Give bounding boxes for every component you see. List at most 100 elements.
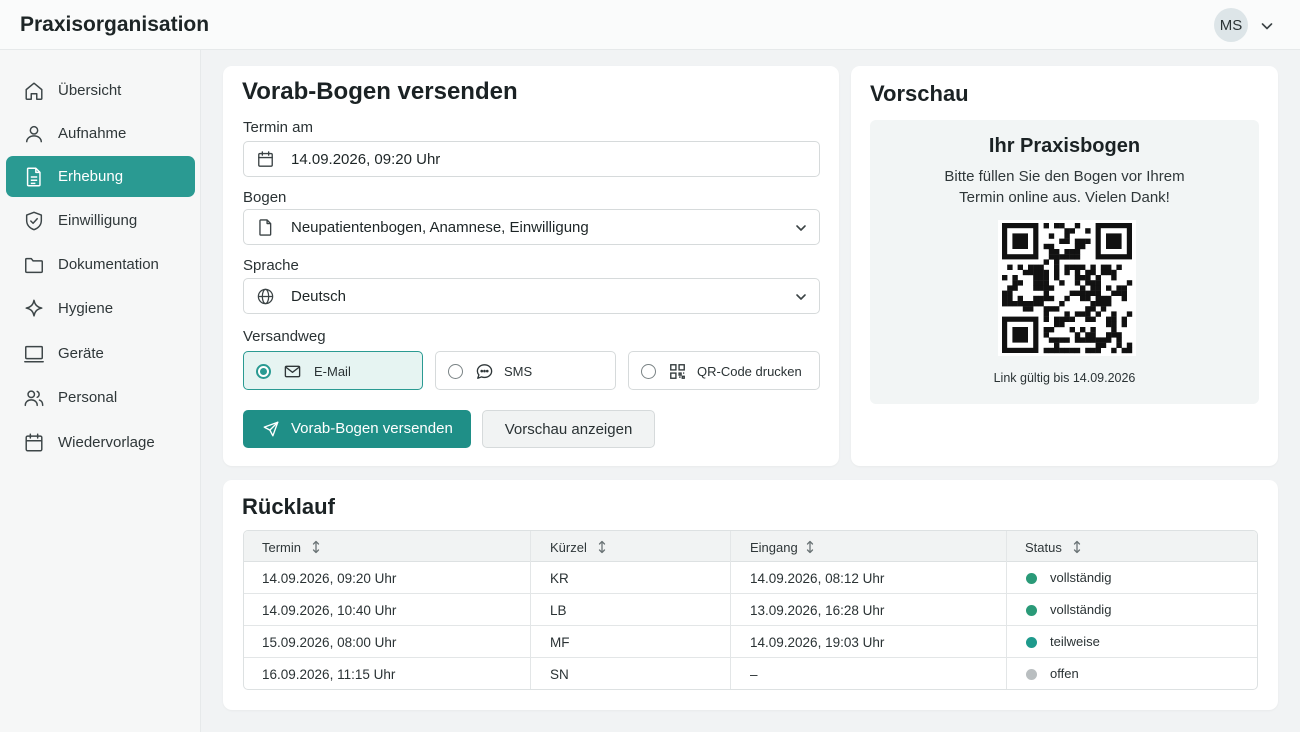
monitor-icon	[23, 343, 45, 365]
mail-icon	[283, 362, 302, 381]
sidebar-item-label: Geräte	[58, 345, 104, 362]
preview-box: Ihr Praxisbogen Bitte füllen Sie den Bog…	[870, 120, 1259, 404]
option-qr-code[interactable]: QR-Code drucken	[628, 351, 820, 390]
cell-status: teilweise	[1050, 634, 1100, 649]
show-preview-label: Vorschau anzeigen	[504, 421, 633, 438]
status-dot	[1026, 669, 1037, 680]
cell-status: offen	[1050, 666, 1079, 681]
preview-heading: Ihr Praxisbogen	[988, 135, 1141, 157]
ruecklauf-card: Rücklauf Termin Kürzel Eingang Status 14…	[223, 480, 1278, 710]
cell-status: vollständig	[1050, 602, 1112, 617]
status-dot	[1026, 605, 1037, 616]
sidebar-item-dokumentation[interactable]: Dokumentation	[6, 244, 195, 285]
cell-termin: 16.09.2026, 11:15 Uhr	[262, 667, 396, 682]
table-row[interactable]: 16.09.2026, 11:15 Uhr SN – offen	[244, 658, 1257, 689]
user-avatar[interactable]: MS	[1214, 8, 1248, 42]
column-header-kuerzel[interactable]: Kürzel	[550, 540, 587, 555]
users-icon	[23, 387, 45, 409]
cell-status: vollständig	[1050, 570, 1112, 585]
bogen-label: Bogen	[243, 189, 287, 206]
folder-icon	[23, 254, 45, 276]
table-row[interactable]: 15.09.2026, 08:00 Uhr MF 14.09.2026, 19:…	[244, 626, 1257, 658]
qr-icon	[668, 362, 687, 381]
sidebar-item-label: Übersicht	[58, 82, 122, 99]
radio-qr-code[interactable]	[641, 364, 656, 379]
calendar-icon	[256, 150, 275, 169]
cell-eingang: 13.09.2026, 16:28 Uhr	[750, 603, 885, 618]
sidebar-item-geraete[interactable]: Geräte	[6, 333, 195, 374]
column-header-status[interactable]: Status	[1025, 540, 1062, 555]
sidebar-item-label: Einwilligung	[58, 212, 138, 229]
sort-icon[interactable]	[597, 540, 607, 554]
home-icon	[23, 80, 45, 102]
bogen-select[interactable]: Neupatientenbogen, Anamnese, Einwilligun…	[243, 209, 820, 245]
cell-kuerzel: KR	[550, 571, 569, 586]
sprache-select[interactable]: Deutsch	[243, 278, 820, 314]
shield-icon	[23, 210, 45, 232]
column-header-termin[interactable]: Termin	[262, 540, 301, 555]
bogen-value: Neupatientenbogen, Anamnese, Einwilligun…	[291, 219, 589, 236]
cell-eingang: 14.09.2026, 19:03 Uhr	[750, 635, 885, 650]
sidebar-item-label: Dokumentation	[58, 256, 159, 273]
send-form-card: Vorab-Bogen versenden Termin am 14.09.20…	[223, 66, 839, 466]
globe-icon	[256, 287, 275, 306]
cell-eingang: 14.09.2026, 08:12 Uhr	[750, 571, 885, 586]
send-bogen-label: Vorab-Bogen versenden	[291, 420, 453, 437]
cell-termin: 14.09.2026, 09:20 Uhr	[262, 571, 397, 586]
sidebar: Übersicht Aufnahme Erhebung Einwilligung…	[0, 50, 201, 732]
sidebar-item-label: Hygiene	[58, 300, 114, 317]
cell-kuerzel: LB	[550, 603, 567, 618]
show-preview-button[interactable]: Vorschau anzeigen	[482, 410, 655, 448]
document-icon	[256, 218, 275, 237]
sort-icon[interactable]	[1072, 540, 1082, 554]
option-email[interactable]: E-Mail	[243, 351, 423, 390]
preview-text-line-1: Bitte füllen Sie den Bogen vor Ihrem	[944, 168, 1185, 185]
cell-termin: 14.09.2026, 10:40 Uhr	[262, 603, 397, 618]
option-sms[interactable]: SMS	[435, 351, 616, 390]
top-bar: Praxisorganisation MS	[0, 0, 1300, 50]
column-header-eingang[interactable]: Eingang	[750, 540, 798, 555]
send-bogen-button[interactable]: Vorab-Bogen versenden	[243, 410, 471, 448]
sidebar-item-einwilligung[interactable]: Einwilligung	[6, 200, 195, 241]
document-icon	[23, 166, 45, 188]
status-dot	[1026, 573, 1037, 584]
option-qr-code-label: QR-Code drucken	[697, 364, 802, 379]
sidebar-item-uebersicht[interactable]: Übersicht	[6, 70, 195, 111]
column-divider	[530, 531, 531, 689]
option-email-label: E-Mail	[314, 364, 351, 379]
sort-icon[interactable]	[311, 540, 321, 554]
chevron-down-icon[interactable]	[1258, 17, 1276, 35]
chevron-down-icon	[796, 294, 806, 300]
cell-termin: 15.09.2026, 08:00 Uhr	[262, 635, 397, 650]
chat-icon	[475, 362, 494, 381]
sidebar-item-personal[interactable]: Personal	[6, 377, 195, 418]
sprache-label: Sprache	[243, 257, 299, 274]
option-sms-label: SMS	[504, 364, 533, 379]
sidebar-item-wiedervorlage[interactable]: Wiedervorlage	[6, 422, 195, 463]
sort-icon[interactable]	[805, 540, 815, 554]
sidebar-item-label: Erhebung	[58, 168, 124, 185]
sprache-value: Deutsch	[291, 288, 347, 305]
column-divider	[1006, 531, 1007, 689]
preview-card: Vorschau Ihr Praxisbogen Bitte füllen Si…	[851, 66, 1278, 466]
versandweg-label: Versandweg	[243, 328, 326, 345]
app-title: Praxisorganisation	[20, 13, 210, 36]
radio-sms[interactable]	[448, 364, 463, 379]
ruecklauf-title: Rücklauf	[242, 494, 335, 519]
sidebar-item-erhebung[interactable]: Erhebung	[6, 156, 195, 197]
table-row[interactable]: 14.09.2026, 10:40 Uhr LB 13.09.2026, 16:…	[244, 594, 1257, 626]
table-header: Termin Kürzel Eingang Status	[244, 531, 1257, 562]
link-validity-text: Link gültig bis 14.09.2026	[993, 371, 1136, 385]
cell-eingang: –	[750, 667, 758, 682]
sidebar-item-aufnahme[interactable]: Aufnahme	[6, 113, 195, 154]
sidebar-item-label: Wiedervorlage	[58, 434, 155, 451]
preview-text-line-2: Termin online aus. Vielen Dank!	[959, 189, 1170, 206]
termin-field[interactable]: 14.09.2026, 09:20 Uhr	[243, 141, 820, 177]
radio-email[interactable]	[256, 364, 271, 379]
form-title: Vorab-Bogen versenden	[242, 78, 518, 105]
sidebar-item-hygiene[interactable]: Hygiene	[6, 288, 195, 329]
column-divider	[730, 531, 731, 689]
table-row[interactable]: 14.09.2026, 09:20 Uhr KR 14.09.2026, 08:…	[244, 562, 1257, 594]
qr-code-image	[998, 220, 1136, 356]
sidebar-item-label: Personal	[58, 389, 118, 406]
